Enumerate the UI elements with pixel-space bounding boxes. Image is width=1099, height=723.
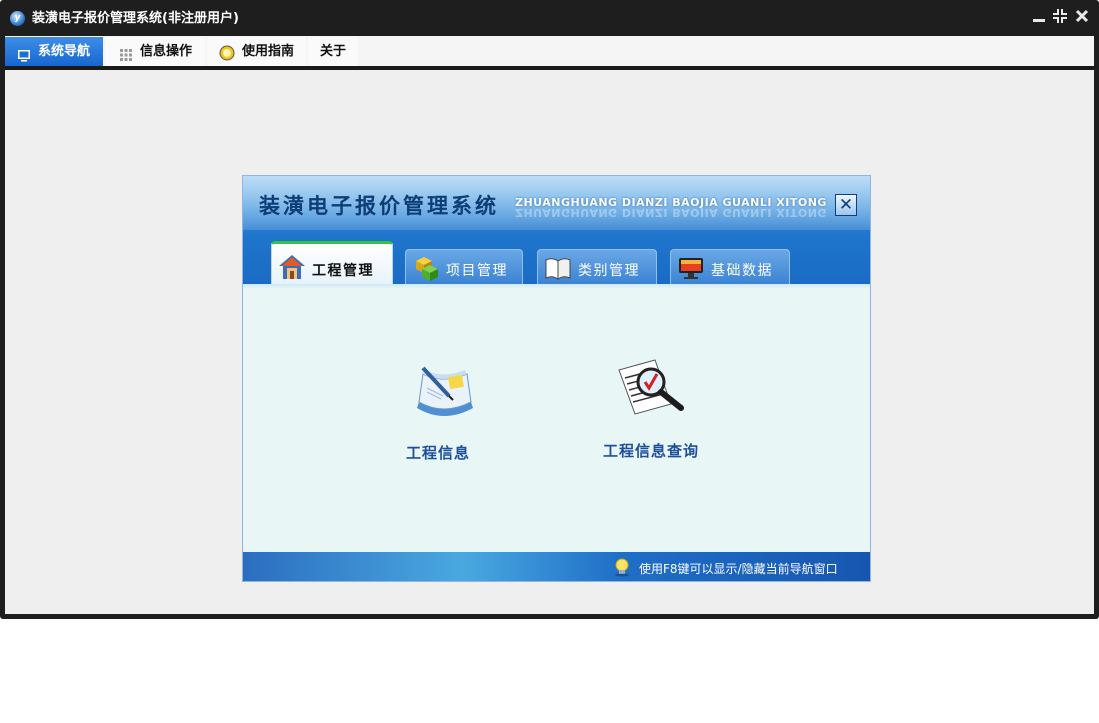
monitor-icon xyxy=(17,44,31,62)
close-icon[interactable] xyxy=(1074,9,1090,27)
nav-item-project-info[interactable]: 工程信息 xyxy=(393,358,503,468)
navigation-subtitle-reflection: ZHUANGHUANG DIANZI BAOJIA GUANLI XITONG xyxy=(515,206,827,219)
document-pen-icon xyxy=(409,362,479,430)
title-bar: y 装潢电子报价管理系统(非注册用户) xyxy=(0,0,1099,36)
nav-tab-basic-data[interactable]: 基础数据 xyxy=(670,249,790,284)
window-title: 装潢电子报价管理系统(非注册用户) xyxy=(32,11,239,26)
app-window: y 装潢电子报价管理系统(非注册用户) 系统导航 信息操作 使用指南 关于 装潢… xyxy=(0,0,1099,619)
navigation-footer: 使用F8键可以显示/隐藏当前导航窗口 xyxy=(243,552,870,581)
restore-icon[interactable] xyxy=(1052,9,1068,27)
monitor-icon xyxy=(677,255,705,281)
navigation-panel: 装潢电子报价管理系统 ZHUANGHUANG DIANZI BAOJIA GUA… xyxy=(242,175,871,582)
tab-user-guide[interactable]: 使用指南 xyxy=(207,37,306,66)
cubes-icon xyxy=(412,255,440,281)
nav-tab-project-management[interactable]: 工程管理 xyxy=(271,241,393,284)
guide-icon xyxy=(219,43,235,61)
footer-tip: 使用F8键可以显示/隐藏当前导航窗口 xyxy=(639,562,838,576)
nav-tab-item-management[interactable]: 项目管理 xyxy=(405,249,523,284)
book-icon xyxy=(544,255,572,281)
app-logo-icon: y xyxy=(10,11,25,26)
nav-item-project-info-query[interactable]: 工程信息查询 xyxy=(599,354,719,466)
tab-about[interactable]: 关于 xyxy=(308,37,358,66)
tab-system-navigation[interactable]: 系统导航 xyxy=(5,37,103,66)
lightbulb-icon xyxy=(613,557,631,577)
navigation-header: 装潢电子报价管理系统 ZHUANGHUANG DIANZI BAOJIA GUA… xyxy=(243,176,870,284)
nav-tab-category-management[interactable]: 类别管理 xyxy=(537,249,657,284)
minimize-icon[interactable] xyxy=(1031,9,1047,27)
house-icon xyxy=(278,254,306,280)
magnifier-document-icon xyxy=(615,356,685,424)
navigation-close-button[interactable]: ✕ xyxy=(835,194,857,216)
grid-icon xyxy=(119,44,133,61)
menu-bar: 系统导航 信息操作 使用指南 关于 xyxy=(5,36,1094,66)
tab-information-operation[interactable]: 信息操作 xyxy=(105,37,205,66)
navigation-title: 装潢电子报价管理系统 xyxy=(259,194,499,218)
